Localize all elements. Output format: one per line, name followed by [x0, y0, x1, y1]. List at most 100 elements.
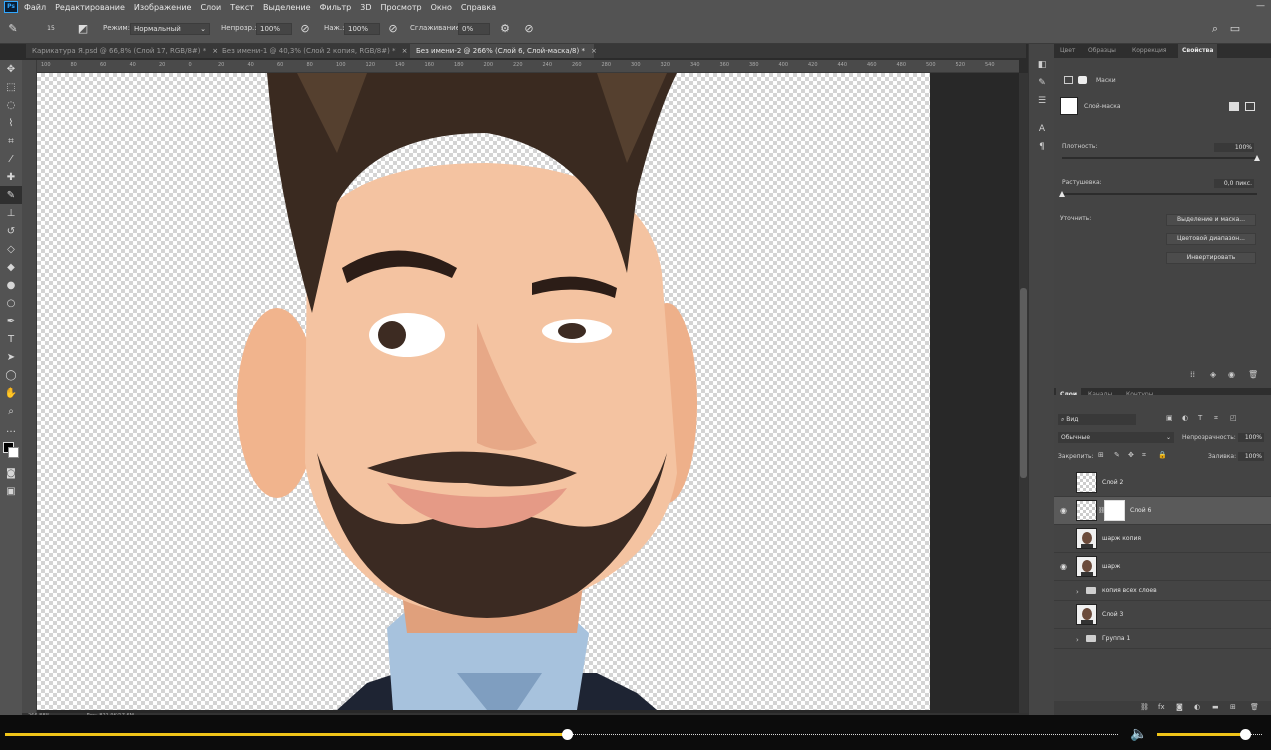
- menu-view[interactable]: Просмотр: [381, 3, 422, 12]
- menu-filter[interactable]: Фильтр: [320, 3, 352, 12]
- brush-size-picker[interactable]: 15: [44, 22, 58, 36]
- scrollbar-thumb[interactable]: [1020, 288, 1027, 478]
- adjust-panel-icon[interactable]: ☰: [1029, 92, 1055, 110]
- marquee-tool-icon[interactable]: ⬚: [0, 78, 22, 96]
- eye-icon[interactable]: ◉: [1060, 562, 1070, 572]
- menu-layers[interactable]: Слои: [200, 3, 221, 12]
- menu-file[interactable]: Файл: [24, 3, 46, 12]
- eye-icon[interactable]: ◉: [1060, 506, 1070, 516]
- layer-group-row[interactable]: › Группа 1: [1054, 629, 1271, 649]
- layer-row[interactable]: шарж копия: [1054, 525, 1271, 553]
- zoom-tool-icon[interactable]: ⌕: [0, 402, 22, 420]
- filter-shape-icon[interactable]: ⌗: [1214, 414, 1218, 423]
- progress-knob[interactable]: [562, 729, 574, 740]
- tab-properties[interactable]: Свойства: [1178, 44, 1218, 58]
- menu-window[interactable]: Окно: [431, 3, 452, 12]
- move-tool-icon[interactable]: ✥: [0, 60, 22, 78]
- select-and-mask-button[interactable]: Выделение и маска...: [1166, 214, 1256, 226]
- tab-swatches[interactable]: Образцы: [1084, 44, 1120, 58]
- density-value[interactable]: 100%: [1214, 143, 1254, 152]
- hand-tool-icon[interactable]: ✋: [0, 384, 22, 402]
- filter-adjust-icon[interactable]: ◐: [1182, 414, 1188, 422]
- type-tool-icon[interactable]: T: [0, 330, 22, 348]
- layer-group-row[interactable]: › копия всех слоев: [1054, 581, 1271, 601]
- path-select-tool-icon[interactable]: ➤: [0, 348, 22, 366]
- document-canvas[interactable]: [37, 73, 930, 710]
- load-selection-icon[interactable]: ⁞⁞: [1190, 370, 1195, 379]
- feather-slider[interactable]: [1062, 193, 1257, 195]
- menu-image[interactable]: Изображение: [134, 3, 192, 12]
- eraser-tool-icon[interactable]: ◇: [0, 240, 22, 258]
- vector-mask-icon[interactable]: [1078, 76, 1087, 84]
- fx-icon[interactable]: fx: [1158, 703, 1165, 711]
- layer-row-selected[interactable]: ◉ ⛓ Слой 6: [1054, 497, 1271, 525]
- mode-select[interactable]: Нормальный ⌄: [130, 23, 210, 35]
- minimize-icon[interactable]: —: [1256, 1, 1265, 11]
- eyedropper-tool-icon[interactable]: ⁄: [0, 150, 22, 168]
- color-swatches[interactable]: [0, 438, 22, 464]
- feather-slider-knob[interactable]: [1059, 191, 1065, 197]
- density-slider[interactable]: [1062, 157, 1257, 159]
- lasso-tool-icon[interactable]: ◌: [0, 96, 22, 114]
- menu-help[interactable]: Справка: [461, 3, 496, 12]
- lock-artboard-icon[interactable]: ⌗: [1142, 451, 1146, 460]
- new-layer-icon[interactable]: ⊞: [1230, 703, 1236, 711]
- eye-icon[interactable]: ◉: [1228, 370, 1235, 379]
- invert-button[interactable]: Инвертировать: [1166, 252, 1256, 264]
- layer-opacity-value[interactable]: 100%: [1238, 433, 1264, 442]
- tab-color[interactable]: Цвет: [1056, 44, 1079, 58]
- new-group-icon[interactable]: ▬: [1212, 703, 1219, 711]
- brush-settings-icon[interactable]: ◩: [76, 22, 90, 36]
- quick-select-tool-icon[interactable]: ⌇: [0, 114, 22, 132]
- tab-adjustments[interactable]: Коррекция: [1128, 44, 1170, 58]
- lock-pixels-icon[interactable]: ✎: [1114, 451, 1120, 459]
- screen-mode-icon[interactable]: ▣: [0, 482, 22, 500]
- crop-tool-icon[interactable]: ⌗: [0, 132, 22, 150]
- bucket-tool-icon[interactable]: ◆: [0, 258, 22, 276]
- trash-icon[interactable]: 🗑: [1250, 703, 1259, 711]
- adjustment-layer-icon[interactable]: ◐: [1194, 703, 1200, 711]
- filter-type-icon[interactable]: T: [1198, 414, 1202, 422]
- airbrush-icon[interactable]: ⊘: [386, 22, 400, 36]
- feather-value[interactable]: 0,0 пикс.: [1214, 179, 1254, 188]
- dodge-tool-icon[interactable]: ○: [0, 294, 22, 312]
- filter-smart-icon[interactable]: ◰: [1230, 414, 1237, 422]
- more-tools-icon[interactable]: …: [0, 420, 22, 438]
- vertical-scrollbar[interactable]: [1019, 73, 1028, 713]
- search-icon[interactable]: ⌕: [1208, 22, 1222, 36]
- add-mask-icon[interactable]: ◙: [1176, 703, 1183, 711]
- menu-text[interactable]: Текст: [230, 3, 254, 12]
- volume-knob[interactable]: [1240, 729, 1252, 740]
- gear-icon[interactable]: ⚙: [498, 22, 512, 36]
- brush-panel-icon[interactable]: ✎: [1029, 74, 1055, 92]
- tab-untitled-2[interactable]: Без имени-2 @ 266% (Слой 6, Слой-маска/8…: [410, 44, 597, 58]
- layer-row[interactable]: Слой 2: [1054, 469, 1271, 497]
- tab-karikatura[interactable]: Карикатура Я.psd @ 66,8% (Слой 17, RGB/8…: [26, 44, 218, 58]
- paragraph-panel-icon[interactable]: ¶: [1029, 138, 1055, 156]
- speaker-icon[interactable]: 🔈: [1130, 726, 1147, 742]
- close-icon[interactable]: ×: [591, 47, 597, 55]
- lock-all-icon[interactable]: 🔒: [1158, 451, 1167, 459]
- layer-mask-thumbnail[interactable]: [1104, 500, 1125, 521]
- pen-tool-icon[interactable]: ✒: [0, 312, 22, 330]
- chevron-right-icon[interactable]: ›: [1076, 636, 1079, 644]
- history-panel-icon[interactable]: ◧: [1029, 56, 1055, 74]
- color-range-button[interactable]: Цветовой диапазон...: [1166, 233, 1256, 245]
- progress-played[interactable]: [5, 733, 568, 736]
- layer-filter-select[interactable]: ⌕ Вид: [1058, 414, 1136, 425]
- blend-mode-select[interactable]: Обычные ⌄: [1058, 432, 1174, 443]
- apply-mask-icon[interactable]: ◈: [1210, 370, 1216, 379]
- menu-select[interactable]: Выделение: [263, 3, 311, 12]
- pressure-size-icon[interactable]: ⊘: [522, 22, 536, 36]
- add-vector-mask-icon[interactable]: [1245, 102, 1255, 111]
- pressure-opacity-icon[interactable]: ⊘: [298, 22, 312, 36]
- density-slider-knob[interactable]: [1254, 155, 1260, 161]
- filter-pixel-icon[interactable]: ▣: [1166, 414, 1173, 422]
- quick-mask-icon[interactable]: ◙: [0, 464, 22, 482]
- brush-tool-icon[interactable]: ✎: [6, 22, 20, 36]
- volume-level[interactable]: [1157, 733, 1246, 736]
- flow-input[interactable]: 100%: [344, 23, 380, 35]
- canvas-area[interactable]: [37, 73, 1019, 713]
- fill-value[interactable]: 100%: [1238, 452, 1264, 461]
- chevron-right-icon[interactable]: ›: [1076, 588, 1079, 596]
